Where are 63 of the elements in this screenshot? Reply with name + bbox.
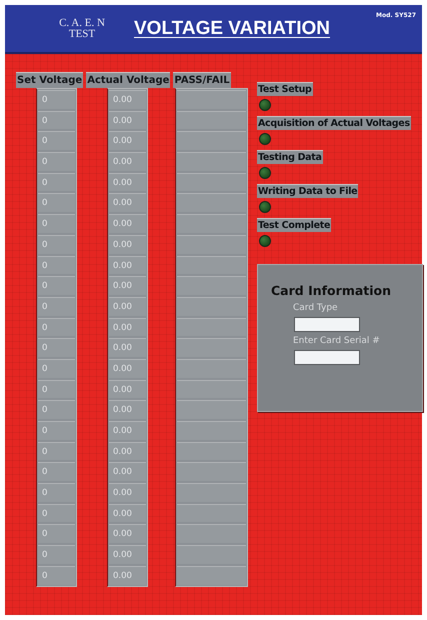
table-cell: 0: [38, 256, 75, 274]
table-cell: 0.00: [109, 421, 146, 440]
indicator-label: Test Complete: [257, 218, 332, 232]
table-cell: 0: [38, 152, 75, 171]
table-cell: 0.00: [109, 524, 146, 544]
table-cell: 0: [38, 338, 75, 357]
table-cell: 0.00: [109, 256, 146, 274]
table-cell: 0.00: [109, 504, 146, 522]
table-cell: 0: [38, 462, 75, 482]
table-cell: 0.00: [109, 338, 146, 357]
table-cell: 0.00: [109, 276, 146, 295]
table-cell: 0.00: [109, 462, 146, 482]
table-cell: 0.00: [109, 193, 146, 212]
table-cell: 0: [38, 545, 75, 564]
field-label: Card Type: [293, 303, 339, 313]
table-cell: 0: [38, 90, 75, 109]
table-cell: 0.00: [109, 234, 146, 254]
table-cell: 0: [38, 566, 75, 584]
table-cell: 0.00: [109, 110, 146, 130]
table-cell: 0: [38, 296, 75, 316]
table-cell: 0: [38, 358, 75, 378]
table-cell: 0: [38, 524, 75, 544]
table-cell: 0: [38, 318, 75, 336]
table-cell: 0: [38, 110, 75, 130]
table-cell: 0.00: [109, 152, 146, 171]
table-cell: 0.00: [109, 214, 146, 233]
panel-title: Card Information: [271, 283, 392, 298]
indicator-label: Writing Data to File: [257, 184, 358, 198]
input-field[interactable]: [294, 350, 360, 365]
table-cell: 0.00: [109, 296, 146, 316]
table-cell: 0.00: [109, 380, 146, 398]
table-cell: 0: [38, 400, 75, 419]
field-label: Enter Card Serial #: [293, 336, 381, 346]
table-cell: 0.00: [109, 442, 146, 460]
table-cell: 0.00: [109, 358, 146, 378]
table-cell: 0: [38, 234, 75, 254]
table-cell: 0: [38, 131, 75, 150]
table-cell: 0: [38, 276, 75, 295]
input-field[interactable]: [294, 317, 360, 332]
table-cell: 0.00: [109, 483, 146, 502]
table-cell: 0: [38, 214, 75, 233]
table-cell: 0.00: [109, 400, 146, 419]
table-cell: 0: [38, 193, 75, 212]
table-cell: 0.00: [109, 566, 146, 584]
column-header: PASS/FAIL: [173, 72, 231, 88]
table-cell: 0.00: [109, 131, 146, 150]
indicator-label: Testing Data: [257, 150, 323, 164]
indicator-label: Test Setup: [257, 82, 313, 96]
column-header: Actual Voltage: [86, 72, 170, 88]
indicator-label: Acquisition of Actual Voltages: [257, 116, 411, 130]
table-cell: 0.00: [109, 172, 146, 192]
table-cell: 0.00: [109, 318, 146, 336]
table-cell: 0: [38, 483, 75, 502]
table-cell: 0.00: [109, 90, 146, 109]
logo-text: C. A. E. N TEST: [58, 18, 106, 40]
table-cell: 0: [38, 380, 75, 398]
table-cell: 0: [38, 442, 75, 460]
column-header: Set Voltage: [16, 72, 84, 88]
table-cell: 0: [38, 421, 75, 440]
table-cell: 0: [38, 504, 75, 522]
page-title: VOLTAGE VARIATION: [134, 18, 330, 40]
table-cell: 0: [38, 172, 75, 192]
table-cell: 0.00: [109, 545, 146, 564]
